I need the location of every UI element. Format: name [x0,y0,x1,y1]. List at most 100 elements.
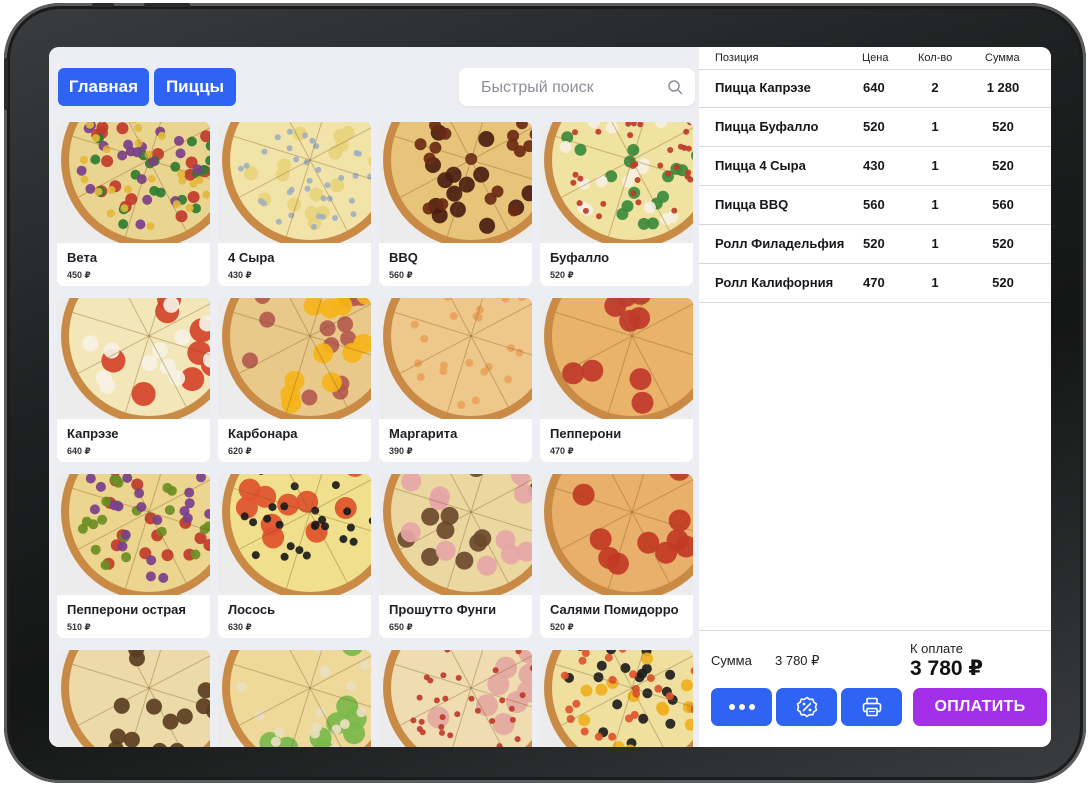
sum-value: 3 780 ₽ [775,653,820,668]
order-item-sum: 520 [992,158,1014,173]
order-item-qty: 1 [931,236,939,251]
order-row[interactable]: Пицца BBQ 560 1 560 [699,186,1051,225]
product-name: BBQ [389,250,418,265]
order-item-price: 520 [863,119,885,134]
pizza-image [57,650,210,747]
discount-button[interactable] [776,688,837,726]
order-item-name: Пицца 4 Сыра [715,158,806,173]
product-price: 520 ₽ [550,622,574,632]
search-input[interactable] [479,68,663,108]
category-pizzas-button[interactable]: Пиццы [154,68,236,106]
tablet-button-side [4,58,8,110]
tablet-button-top [144,3,190,7]
product-card[interactable]: Карбонара 620 ₽ [218,298,371,462]
order-item-qty: 1 [931,119,939,134]
product-price: 520 ₽ [550,270,574,280]
pizza-image [218,474,371,595]
pizza-image [540,474,693,595]
order-item-price: 520 [863,236,885,251]
product-name: Пепперони [550,426,622,441]
product-price: 390 ₽ [389,446,413,456]
printer-icon [862,697,881,717]
order-row[interactable]: Ролл Калифорния 470 1 520 [699,264,1051,303]
pizza-image [379,298,532,419]
product-card[interactable]: Пепперони 470 ₽ [540,298,693,462]
print-button[interactable] [841,688,902,726]
quick-search[interactable] [459,68,695,108]
sum-label: Сумма [711,653,752,668]
product-price: 510 ₽ [67,622,91,632]
order-row[interactable]: Пицца Капрэзе 640 2 1 280 [699,69,1051,108]
column-price: Цена [862,52,889,64]
order-row[interactable]: Пицца 4 Сыра 430 1 520 [699,147,1051,186]
order-row[interactable]: Пицца Буфалло 520 1 520 [699,108,1051,147]
order-item-name: Ролл Калифорния [715,275,834,290]
order-row[interactable]: Ролл Филадельфия 520 1 520 [699,225,1051,264]
order-item-price: 640 [863,80,885,95]
product-name: Лосось [228,602,276,617]
product-card[interactable] [540,650,693,747]
product-name: Буфалло [550,250,610,265]
order-item-price: 470 [863,275,885,290]
to-pay-label: К оплате [910,641,964,656]
product-card[interactable]: Прошутто Фунги 650 ₽ [379,474,532,638]
pizza-image [218,122,371,243]
order-item-qty: 2 [931,80,939,95]
product-card[interactable] [218,650,371,747]
column-item: Позиция [715,52,759,64]
product-name: Капрэзе [67,426,119,441]
product-name: Карбонара [228,426,298,441]
order-item-price: 430 [863,158,885,173]
pizza-image [218,298,371,419]
pay-button[interactable]: ОПЛАТИТЬ [913,688,1047,726]
product-card[interactable] [379,650,532,747]
product-card[interactable]: 4 Сыра 430 ₽ [218,122,371,286]
order-item-name: Ролл Филадельфия [715,236,845,251]
product-price: 430 ₽ [228,270,252,280]
product-price: 650 ₽ [389,622,413,632]
more-button[interactable] [711,688,772,726]
product-price: 560 ₽ [389,270,413,280]
product-name: 4 Сыра [228,250,275,265]
product-card[interactable]: BBQ 560 ₽ [379,122,532,286]
order-item-sum: 560 [992,197,1014,212]
product-card[interactable]: Буфалло 520 ₽ [540,122,693,286]
product-card[interactable]: Лосось 630 ₽ [218,474,371,638]
product-name: Прошутто Фунги [389,602,497,617]
order-item-sum: 520 [992,275,1014,290]
product-name: Маргарита [389,426,458,441]
product-price: 620 ₽ [228,446,252,456]
category-home-button[interactable]: Главная [58,68,149,106]
tablet-frame: Главная Пиццы Вета 450 ₽ 4 Сыра 430 ₽ BBQ 560… [4,3,1086,783]
to-pay-value: 3 780 ₽ [910,657,983,680]
search-icon[interactable] [667,79,683,95]
product-card[interactable]: Маргарита 390 ₽ [379,298,532,462]
menu-panel: Главная Пиццы Вета 450 ₽ 4 Сыра 430 ₽ BBQ 560… [49,47,699,747]
order-item-name: Пицца BBQ [715,197,789,212]
product-name: Салями Помидорро [550,602,679,617]
order-item-qty: 1 [931,197,939,212]
pizza-image [57,298,210,419]
product-card[interactable]: Салями Помидорро 520 ₽ [540,474,693,638]
pizza-image [379,122,532,243]
product-card[interactable]: Капрэзе 640 ₽ [57,298,210,462]
product-card[interactable]: Вета 450 ₽ [57,122,210,286]
order-item-sum: 1 280 [986,80,1020,95]
column-sum: Сумма [985,52,1020,64]
product-name: Пепперони острая [67,602,186,617]
pizza-image [57,122,210,243]
product-price: 640 ₽ [67,446,91,456]
pizza-image [379,474,532,595]
order-footer: Сумма 3 780 ₽ К оплате 3 780 ₽ ОПЛАТИТЬ [699,630,1051,747]
tablet-button-top [92,3,114,7]
product-card[interactable] [57,650,210,747]
order-item-name: Пицца Капрэзе [715,80,811,95]
order-item-sum: 520 [992,119,1014,134]
product-card[interactable]: Пепперони острая 510 ₽ [57,474,210,638]
screen: Главная Пиццы Вета 450 ₽ 4 Сыра 430 ₽ BBQ 560… [49,47,1051,747]
order-item-qty: 1 [931,275,939,290]
product-price: 470 ₽ [550,446,574,456]
order-item-name: Пицца Буфалло [715,119,819,134]
pizza-image [57,474,210,595]
pizza-image [540,122,693,243]
